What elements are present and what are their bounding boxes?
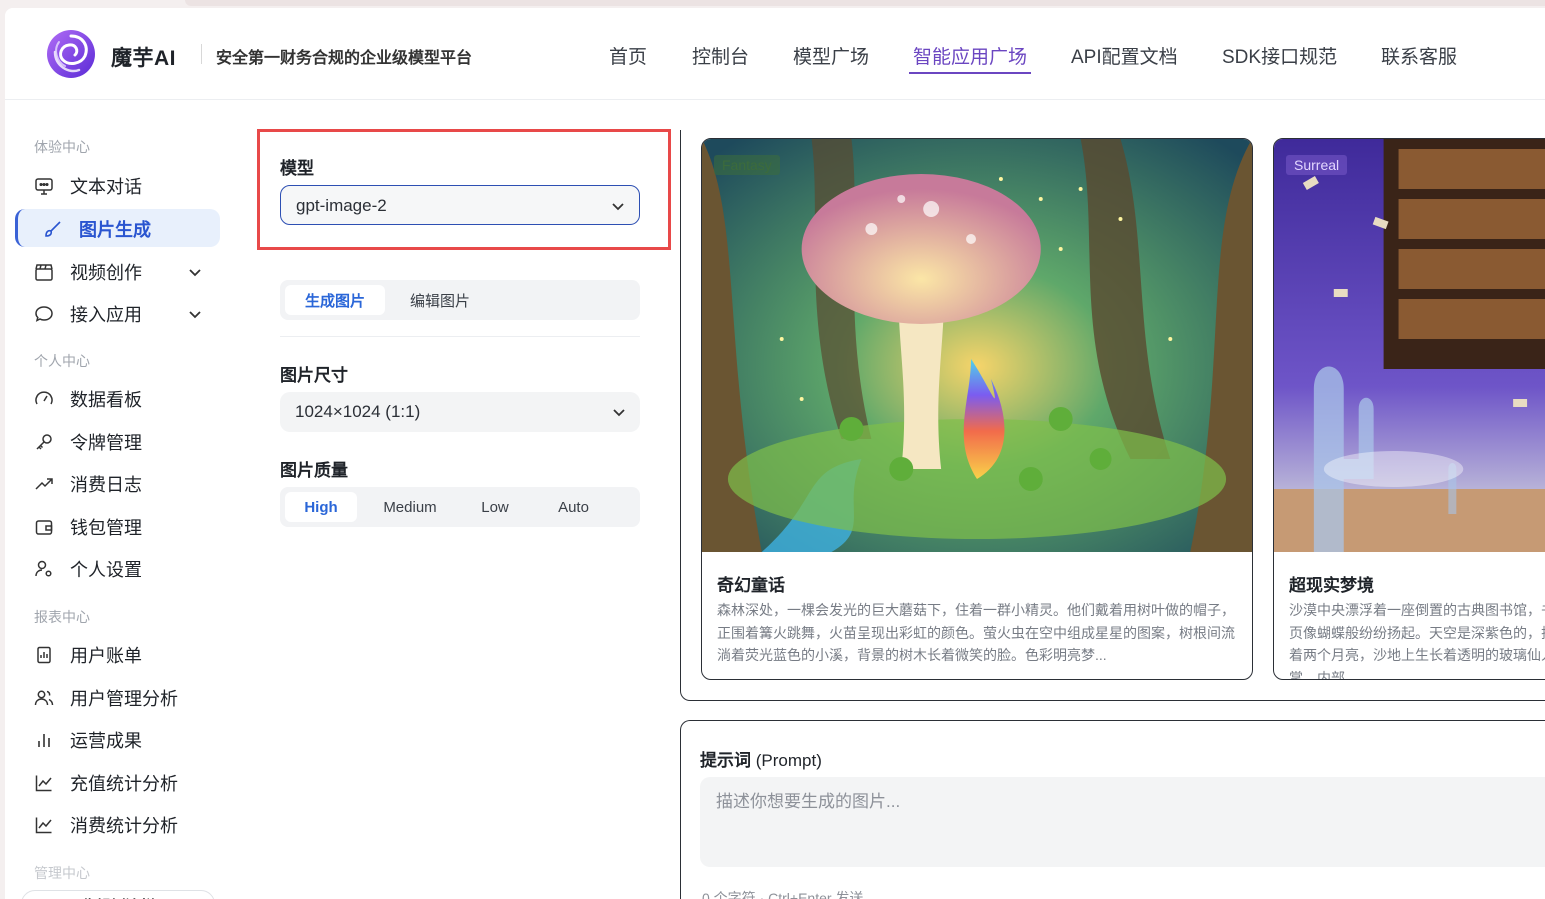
sidebar-item-label: 令牌管理 — [70, 433, 142, 453]
sidebar-item-settings[interactable]: 个人设置 — [34, 552, 224, 586]
sidebar-item-label: 用户管理分析 — [70, 689, 178, 709]
section-personal: 个人中心 — [34, 353, 90, 369]
nav-support[interactable]: 联系客服 — [1381, 42, 1457, 69]
wallet-icon — [34, 517, 54, 537]
speech-bubble-icon — [34, 304, 54, 324]
top-header: 魔芋AI 安全第一财务合规的企业级模型平台 首页 控制台 模型广场 智能应用广场… — [5, 8, 1545, 100]
sidebar-item-dashboard[interactable]: 数据看板 — [34, 382, 224, 416]
section-divider — [280, 336, 640, 337]
card-title: 奇幻童话 — [717, 576, 785, 595]
template-card-surreal[interactable]: Surreal 超现实梦境 沙漠中央漂浮着一座倒置的古典图书馆，书页像蝴蝶般纷纷… — [1273, 138, 1545, 680]
mode-tabs: 生成图片 编辑图片 — [280, 280, 640, 320]
prompt-label: 提示词 (Prompt) — [700, 746, 822, 771]
sidebar-item-label: 接入应用 — [70, 305, 142, 325]
tab-edit-image[interactable]: 编辑图片 — [390, 285, 490, 315]
line-chart-icon — [34, 815, 54, 835]
window-top-strip — [185, 0, 1545, 6]
sidebar-item-label: 运营成果 — [70, 731, 142, 751]
fantasy-image — [702, 139, 1252, 552]
users-icon — [34, 688, 54, 708]
chevron-down-icon[interactable] — [186, 263, 204, 281]
nav-active-underline — [909, 72, 1031, 74]
quality-segmented: High Medium Low Auto — [280, 487, 640, 527]
brush-icon — [43, 219, 63, 239]
bar-icon — [34, 730, 54, 750]
sidebar-item-label: 充值统计分析 — [70, 774, 178, 794]
card-description: 森林深处，一棵会发光的巨大蘑菇下，住着一群小精灵。他们戴着用树叶做的帽子，正围着… — [717, 602, 1235, 663]
prompt-char-counter: 0 个字符 · Ctrl+Enter 发送 — [702, 890, 864, 899]
prompt-label-cn: 提示词 — [700, 751, 751, 770]
sidebar-item-label: 用户账单 — [70, 646, 142, 666]
sidebar-item-text-chat[interactable]: 文本对话 — [34, 169, 224, 203]
line-chart-icon — [34, 773, 54, 793]
chevron-down-icon — [612, 203, 624, 211]
card-title: 超现实梦境 — [1289, 576, 1374, 595]
sidebar-item-label: 个人设置 — [70, 560, 142, 580]
section-experience: 体验中心 — [34, 139, 90, 155]
sidebar-item-label: 图片生成 — [79, 220, 151, 240]
brand-divider — [201, 44, 202, 64]
clapperboard-icon — [34, 262, 54, 282]
app-frame: 魔芋AI 安全第一财务合规的企业级模型平台 首页 控制台 模型广场 智能应用广场… — [5, 8, 1545, 899]
nav-api-docs[interactable]: API配置文档 — [1071, 42, 1178, 69]
user-settings-icon — [34, 559, 54, 579]
key-icon — [34, 432, 54, 452]
sidebar-item-operations[interactable]: 运营成果 — [34, 723, 224, 757]
sidebar-item-tokens[interactable]: 令牌管理 — [34, 425, 224, 459]
size-select-value: 1024×1024 (1:1) — [295, 402, 421, 421]
sidebar-item-bills[interactable]: 用户账单 — [34, 638, 224, 672]
collapse-sidebar-button[interactable]: 收起侧边栏 — [21, 890, 215, 899]
prompt-label-en: (Prompt) — [755, 751, 822, 770]
model-select[interactable]: gpt-image-2 — [280, 185, 640, 225]
sidebar-item-image-gen[interactable]: 图片生成 — [43, 212, 233, 246]
model-label: 模型 — [280, 159, 314, 178]
brand-logo-icon[interactable] — [45, 28, 97, 80]
quality-low[interactable]: Low — [460, 492, 530, 522]
nav-home[interactable]: 首页 — [609, 42, 647, 69]
surreal-image — [1274, 139, 1545, 552]
bill-icon — [34, 645, 54, 665]
sidebar-item-recharge-stats[interactable]: 充值统计分析 — [34, 766, 224, 800]
card-tag: Surreal — [1286, 155, 1348, 175]
sidebar-item-consume-stats[interactable]: 消费统计分析 — [34, 808, 224, 842]
size-label: 图片尺寸 — [280, 366, 348, 385]
template-card-fantasy[interactable]: Fantasy 奇幻童话 森林深处，一棵会发光的巨大蘑菇下，住着一群小精灵。他们… — [701, 138, 1253, 680]
trend-icon — [34, 474, 54, 494]
sidebar-item-integrations[interactable]: 接入应用 — [34, 297, 224, 331]
section-reports: 报表中心 — [34, 609, 90, 625]
monitor-chat-icon — [34, 176, 54, 196]
nav-console[interactable]: 控制台 — [692, 42, 749, 69]
nav-model-plaza[interactable]: 模型广场 — [793, 42, 869, 69]
size-select[interactable]: 1024×1024 (1:1) — [280, 392, 640, 432]
sidebar-item-label: 消费统计分析 — [70, 816, 178, 836]
quality-high[interactable]: High — [285, 492, 357, 522]
sidebar-item-label: 文本对话 — [70, 177, 142, 197]
tab-generate-image[interactable]: 生成图片 — [285, 285, 385, 315]
sidebar-item-label: 消费日志 — [70, 475, 142, 495]
nav-sdk-spec[interactable]: SDK接口规范 — [1222, 42, 1337, 69]
brand-name[interactable]: 魔芋AI — [111, 42, 176, 72]
sidebar-item-wallet[interactable]: 钱包管理 — [34, 510, 224, 544]
sidebar-item-label: 数据看板 — [70, 390, 142, 410]
model-select-value: gpt-image-2 — [296, 196, 387, 215]
section-admin: 管理中心 — [34, 865, 90, 881]
card-description: 沙漠中央漂浮着一座倒置的古典图书馆，书页像蝴蝶般纷纷扬起。天空是深紫色的，挂着两… — [1289, 602, 1545, 680]
sidebar-item-label: 视频创作 — [70, 263, 142, 283]
gauge-icon — [34, 389, 54, 409]
chevron-down-icon[interactable] — [186, 305, 204, 323]
sidebar-item-label: 钱包管理 — [70, 518, 142, 538]
card-tag: Fantasy — [714, 155, 780, 175]
sidebar-item-video[interactable]: 视频创作 — [34, 255, 224, 289]
chevron-down-icon — [613, 409, 625, 417]
quality-medium[interactable]: Medium — [370, 492, 450, 522]
prompt-input[interactable]: 描述你想要生成的图片... — [700, 777, 1545, 867]
quality-auto[interactable]: Auto — [536, 492, 611, 522]
brand-tagline: 安全第一财务合规的企业级模型平台 — [216, 50, 473, 67]
nav-app-plaza[interactable]: 智能应用广场 — [913, 42, 1027, 69]
quality-label: 图片质量 — [280, 461, 348, 480]
sidebar-item-logs[interactable]: 消费日志 — [34, 467, 224, 501]
sidebar-item-user-analysis[interactable]: 用户管理分析 — [34, 681, 224, 715]
